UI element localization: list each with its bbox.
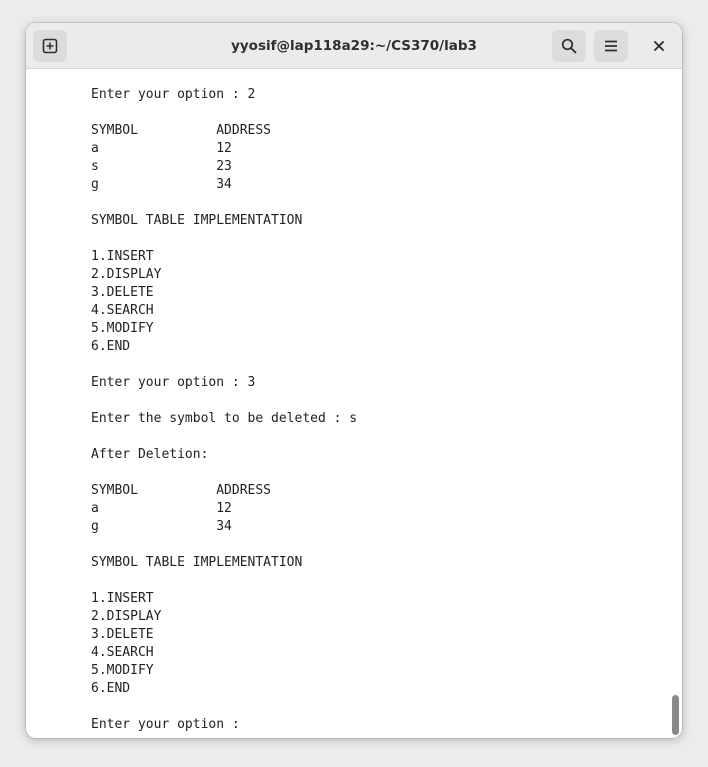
terminal-line: 4.SEARCH (91, 645, 154, 660)
terminal-line: 5.MODIFY (91, 321, 154, 336)
terminal-line: 5.MODIFY (91, 663, 154, 678)
hamburger-menu-icon (605, 40, 617, 52)
terminal-line: After Deletion: (91, 447, 209, 462)
window-title: yyosif@lap118a29:~/CS370/lab3 (231, 38, 477, 54)
terminal-line: SYMBOL ADDRESS (91, 123, 272, 138)
terminal-line: 1.INSERT (91, 591, 154, 606)
header-bar: yyosif@lap118a29:~/CS370/lab3 (26, 23, 682, 69)
terminal-line: a 12 (91, 501, 232, 516)
terminal-line: g 34 (91, 519, 232, 534)
terminal-line: Enter your option : 3 (91, 375, 256, 390)
terminal-line: s 23 (91, 159, 232, 174)
terminal-line: 3.DELETE (91, 285, 154, 300)
terminal-line: g 34 (91, 177, 232, 192)
terminal-line: 2.DISPLAY (91, 609, 162, 624)
terminal-line: 4.SEARCH (91, 303, 154, 318)
terminal-line: 6.END (91, 681, 131, 696)
terminal-window: yyosif@lap118a29:~/CS370/lab3 Enter your… (26, 23, 682, 738)
terminal-line: SYMBOL ADDRESS (91, 483, 272, 498)
terminal-line: 2.DISPLAY (91, 267, 162, 282)
vertical-scrollbar[interactable] (669, 69, 682, 738)
menu-button[interactable] (594, 30, 628, 62)
terminal-output[interactable]: Enter your option : 2 SYMBOL ADDRESS a 12 s… (26, 69, 682, 738)
terminal-line: 1.INSERT (91, 249, 154, 264)
terminal-line: a 12 (91, 141, 232, 156)
terminal-lines: Enter your option : 2 SYMBOL ADDRESS a 12 s… (91, 86, 357, 734)
terminal-line: SYMBOL TABLE IMPLEMENTATION (91, 213, 303, 228)
new-tab-button[interactable] (33, 30, 67, 62)
search-icon (561, 38, 577, 54)
terminal-line: 6.END (91, 339, 131, 354)
scrollbar-thumb[interactable] (672, 695, 679, 735)
close-icon (654, 41, 664, 51)
new-tab-icon (42, 38, 58, 54)
terminal-line: 3.DELETE (91, 627, 154, 642)
close-button[interactable] (642, 30, 676, 62)
terminal-line: Enter your option : 2 (91, 87, 256, 102)
terminal-line: Enter the symbol to be deleted : s (91, 411, 358, 426)
terminal-line: Enter your option : (91, 717, 248, 732)
terminal-line: SYMBOL TABLE IMPLEMENTATION (91, 555, 303, 570)
search-button[interactable] (552, 30, 586, 62)
